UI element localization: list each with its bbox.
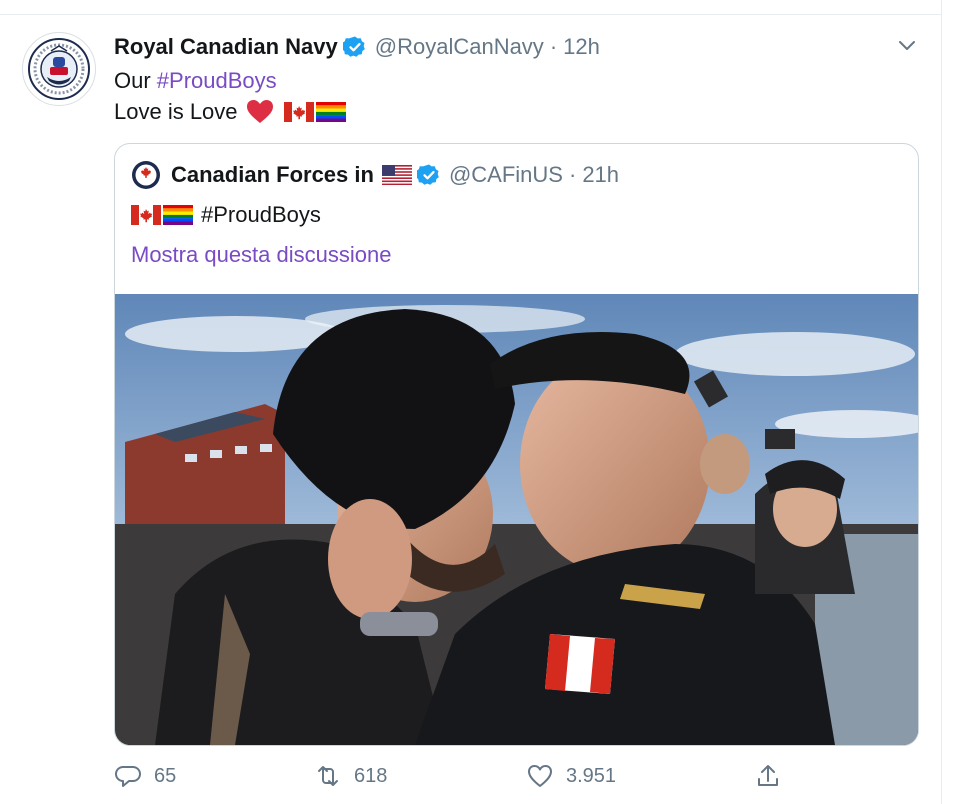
quoted-tweet-card[interactable]: Canadian Forces in @CAFinUS · 21h #Proud… (114, 143, 919, 746)
show-thread-link[interactable]: Mostra questa discussione (131, 242, 391, 268)
tweet-container: Royal Canadian Navy @RoyalCanNavy · 12h … (0, 0, 942, 804)
red-heart-emoji-icon (246, 100, 273, 123)
quoted-author-name[interactable]: Canadian Forces in (171, 162, 374, 188)
tweet-text-prefix: Our (114, 68, 157, 93)
share-button[interactable] (754, 762, 794, 790)
separator-dot: · (549, 34, 558, 59)
tweet-header: Royal Canadian Navy @RoyalCanNavy · 12h (114, 32, 600, 62)
quoted-tweet-text: #ProudBoys (131, 202, 321, 228)
reply-count: 65 (154, 764, 177, 787)
author-handle[interactable]: @RoyalCanNavy (375, 34, 544, 60)
canada-flag-emoji-icon (131, 205, 161, 225)
share-icon (758, 765, 778, 786)
like-button[interactable]: 3.951 (526, 762, 616, 790)
top-divider (0, 14, 942, 15)
tweet-text-line-1: Our #ProudBoys (114, 67, 277, 95)
reply-icon (115, 766, 141, 787)
rainbow-flag-emoji-icon (315, 102, 346, 122)
author-avatar[interactable] (22, 32, 96, 106)
retweet-button[interactable]: 618 (314, 762, 387, 790)
quoted-author-handle[interactable]: @CAFinUS (449, 162, 563, 188)
quoted-timestamp[interactable]: 21h (582, 162, 619, 188)
hashtag-link[interactable]: #ProudBoys (157, 67, 277, 95)
heart-icon (528, 765, 552, 787)
retweet-icon (318, 766, 338, 786)
like-count: 3.951 (566, 764, 617, 787)
author-name[interactable]: Royal Canadian Navy (114, 34, 338, 60)
reply-button[interactable]: 65 (114, 762, 176, 790)
verified-badge-icon (416, 164, 439, 185)
chevron-down-icon[interactable] (896, 34, 918, 56)
tweet-photo[interactable] (115, 294, 918, 745)
timestamp[interactable]: 12h (563, 34, 600, 60)
tweet-actions: 65 618 3.951 (114, 762, 814, 792)
verified-badge-icon (342, 36, 365, 57)
tweet-text-love: Love is Love (114, 99, 238, 124)
quoted-hashtag[interactable]: #ProudBoys (201, 202, 321, 228)
quoted-tweet-header: Canadian Forces in @CAFinUS · 21h (131, 160, 619, 190)
tweet-text-line-2: Love is Love (114, 98, 346, 126)
rainbow-flag-emoji-icon (163, 205, 193, 225)
separator-dot: · (568, 162, 577, 187)
retweet-count: 618 (354, 764, 388, 787)
quoted-author-avatar[interactable] (131, 160, 161, 190)
navy-badge-icon (28, 38, 90, 100)
us-flag-emoji-icon (381, 165, 412, 185)
canada-flag-emoji-icon (283, 102, 314, 122)
